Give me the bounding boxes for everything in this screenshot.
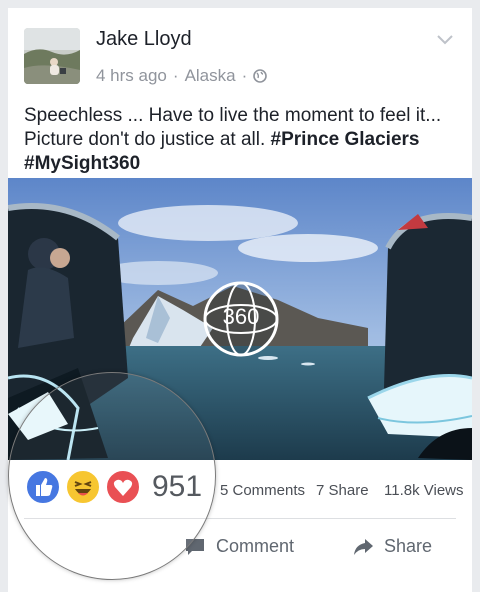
share-button[interactable]: Share — [352, 536, 432, 557]
post-card: Jake Lloyd 4 hrs ago · Alaska · Speechle… — [8, 8, 472, 592]
chevron-down-icon[interactable] — [436, 34, 454, 46]
360-badge-label: 360 — [222, 304, 260, 329]
post-time[interactable]: 4 hrs ago — [96, 66, 167, 86]
hashtag-prince-glaciers[interactable]: #Prince Glaciers — [271, 129, 420, 150]
haha-icon[interactable] — [64, 468, 102, 506]
love-icon[interactable] — [104, 468, 142, 506]
post-meta: 4 hrs ago · Alaska · — [96, 66, 268, 86]
post-text: Speechless ... Have to live the moment t… — [24, 104, 464, 176]
like-icon[interactable] — [24, 468, 62, 506]
reactions-count[interactable]: 951 — [152, 470, 202, 504]
hashtag-mysight360[interactable]: #MySight360 — [24, 153, 140, 174]
globe-icon — [253, 69, 268, 83]
comment-button[interactable]: Comment — [184, 536, 294, 557]
reactions-stats: 951 5 Comments 7 Share 11.8k Views — [8, 460, 472, 514]
shares-count[interactable]: 7 Share — [316, 482, 369, 499]
post-location[interactable]: Alaska — [185, 66, 236, 86]
divider — [24, 518, 456, 519]
views-count: 11.8k Views — [384, 482, 464, 499]
avatar[interactable] — [24, 28, 80, 84]
comment-icon — [186, 538, 204, 555]
meta-dot: · — [241, 66, 248, 85]
comment-label: Comment — [216, 536, 295, 556]
author-name[interactable]: Jake Lloyd — [96, 28, 192, 51]
meta-dot: · — [172, 66, 179, 85]
share-label: Share — [384, 536, 433, 556]
comments-count[interactable]: 5 Comments — [220, 482, 305, 499]
share-icon — [354, 538, 373, 555]
video-360[interactable]: 360 — [8, 178, 472, 460]
